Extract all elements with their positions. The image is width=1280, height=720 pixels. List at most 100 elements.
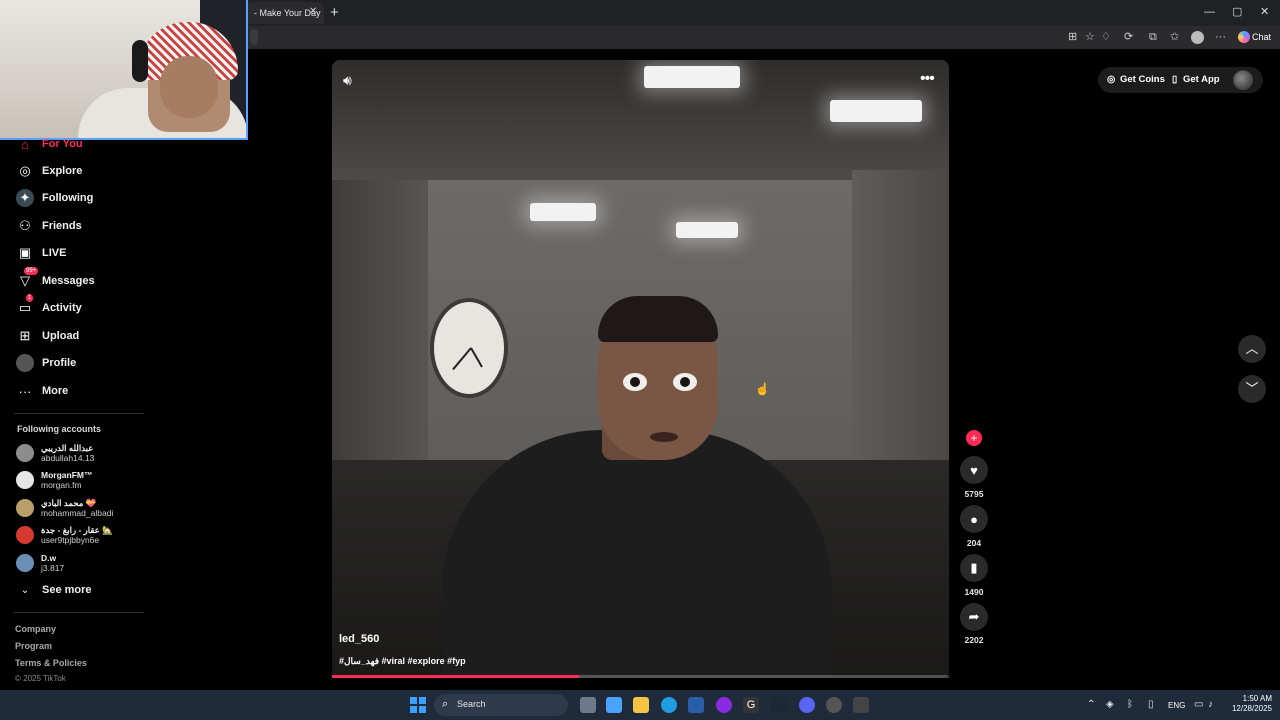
follow-plus-button[interactable]: + <box>966 430 982 446</box>
avatar[interactable] <box>1233 70 1253 90</box>
sidebar-item-live[interactable]: ▣ LIVE <box>16 243 67 263</box>
account-username: j3.817 <box>41 563 65 573</box>
favorites-list-icon[interactable]: ✩ <box>1170 31 1179 43</box>
sidebar-item-messages[interactable]: ▽ 99+ Messages <box>16 267 95 291</box>
sidebar-item-following[interactable]: ✦ Following <box>16 188 93 208</box>
sidebar-item-label: Activity <box>42 302 82 314</box>
tray-app-icon[interactable]: ◈ <box>1106 699 1114 710</box>
store-icon[interactable] <box>688 697 704 713</box>
copyright-text: © 2025 TikTok <box>15 674 66 683</box>
browser-profile-icon[interactable] <box>1191 31 1204 44</box>
ceiling-light <box>530 203 596 221</box>
chat-button[interactable]: Chat <box>1236 29 1276 46</box>
language-indicator[interactable]: ENG <box>1168 701 1185 710</box>
controller-icon[interactable] <box>853 697 869 713</box>
app-icon[interactable] <box>826 697 842 713</box>
footer-link-terms[interactable]: Terms & Policies <box>15 658 87 668</box>
video-person-pupil <box>680 377 690 387</box>
sidebar-item-activity[interactable]: ▭ 1 Activity <box>16 294 82 318</box>
phone-icon: ▯ <box>1172 74 1178 85</box>
next-video-button[interactable]: ﹀ <box>1238 375 1266 403</box>
sidebar-item-profile[interactable]: Profile <box>16 353 76 373</box>
sidebar-item-upload[interactable]: ⊞ Upload <box>16 326 80 346</box>
new-tab-button[interactable]: + <box>330 5 339 20</box>
sidebar-item-label: Following <box>42 192 94 204</box>
like-count: 5795 <box>964 489 984 499</box>
app-g-icon[interactable]: G <box>743 697 759 713</box>
microphone-icon[interactable]: ▯ <box>1148 699 1154 710</box>
network-icon[interactable]: ▭ <box>1194 699 1203 710</box>
volume-tray-icon[interactable]: ♪ <box>1208 699 1213 710</box>
footer-link-company[interactable]: Company <box>15 624 56 634</box>
sidebar-item-friends[interactable]: ⚇ Friends <box>16 216 82 236</box>
window-close-button[interactable]: ✕ <box>1260 5 1269 19</box>
video-author[interactable]: led_560 <box>339 633 379 645</box>
following-account[interactable]: محمد البادي 💝 mohammad_albadi <box>16 495 113 521</box>
avatar <box>16 471 34 489</box>
sidebar-item-more[interactable]: ··· More <box>16 381 69 401</box>
share-icon: ➦ <box>968 609 980 624</box>
discord-icon[interactable] <box>799 697 815 713</box>
chevron-up-icon: ︿ <box>1245 341 1259 356</box>
browser-menu-icon[interactable]: ··· <box>1215 31 1226 43</box>
sidebar-item-explore[interactable]: ◎ Explore <box>16 161 82 181</box>
notification-bell-icon[interactable]: ♢ <box>1101 31 1111 43</box>
volume-icon[interactable]: 🔊︎ <box>343 72 352 89</box>
task-view-icon[interactable] <box>580 697 596 713</box>
address-bar[interactable] <box>250 29 258 45</box>
ceiling-light <box>830 100 922 122</box>
following-accounts-title: Following accounts <box>17 424 102 434</box>
split-screen-icon[interactable]: ⊞ <box>1068 31 1077 43</box>
account-username: user9tpjbbyn6e <box>41 535 100 545</box>
windows-start-icon[interactable] <box>410 697 426 713</box>
minimize-button[interactable]: — <box>1204 5 1215 19</box>
see-more-button[interactable]: ⌄ See more <box>16 580 92 600</box>
edge-browser-icon[interactable] <box>661 697 677 713</box>
compass-icon: ◎ <box>19 163 31 178</box>
copilot-app-icon[interactable] <box>606 697 622 713</box>
bluetooth-icon[interactable]: ᛒ <box>1127 699 1133 710</box>
clock-minute-hand <box>452 347 472 371</box>
opera-icon[interactable] <box>716 697 732 713</box>
video-progress-bar[interactable] <box>332 675 949 678</box>
sidebar-item-for-you[interactable]: ⌂ For You <box>16 134 82 154</box>
account-name: عقار - رابغ - جدة 🏡 <box>41 525 113 535</box>
system-clock[interactable]: 1:50 AM 12/28/2025 <box>1226 694 1272 714</box>
webcam-overlay <box>0 0 248 140</box>
collections-icon[interactable]: ⧉ <box>1149 31 1157 43</box>
sidebar-divider <box>14 413 144 414</box>
tab-close-icon[interactable]: ✕ <box>309 7 317 17</box>
file-explorer-icon[interactable] <box>633 697 649 713</box>
steam-icon[interactable] <box>771 697 787 713</box>
save-button[interactable]: ▮ <box>960 554 988 582</box>
previous-video-button[interactable]: ︿ <box>1238 335 1266 363</box>
messages-icon: ▽ 99+ <box>20 267 39 288</box>
comment-button[interactable]: ● <box>960 505 988 533</box>
avatar <box>16 526 34 544</box>
footer-link-program[interactable]: Program <box>15 641 52 651</box>
share-button[interactable]: ➦ <box>960 603 988 631</box>
tray-overflow-icon[interactable]: ⌃ <box>1087 699 1095 710</box>
account-username: morgan.fm <box>41 480 82 490</box>
account-name: D.w <box>41 553 57 563</box>
maximize-button[interactable]: ▢ <box>1232 5 1242 19</box>
sidebar-divider <box>14 612 144 613</box>
following-account[interactable]: MorganFM™ morgan.fm <box>16 467 92 493</box>
extension-icon[interactable]: ⟳ <box>1124 31 1133 43</box>
like-button[interactable]: ♥ <box>960 456 988 484</box>
favorite-star-icon[interactable]: ☆ <box>1085 31 1095 43</box>
following-account[interactable]: عقار - رابغ - جدة 🏡 user9tpjbbyn6e <box>16 522 113 548</box>
account-name: محمد البادي 💝 <box>41 498 97 508</box>
following-account[interactable]: عبدالله الدريبي abdullah14.13 <box>16 440 94 466</box>
sidebar-item-label: Explore <box>42 165 83 177</box>
taskbar-search-box[interactable] <box>434 694 568 716</box>
video-more-icon[interactable]: ••• <box>920 70 935 88</box>
get-app-button[interactable]: Get App <box>1183 74 1220 85</box>
video-person-hair <box>598 296 718 342</box>
following-account[interactable]: D.w j3.817 <box>16 550 64 576</box>
video-player[interactable] <box>332 60 949 678</box>
get-coins-button[interactable]: Get Coins <box>1120 74 1165 85</box>
search-icon: ⌕ <box>442 698 449 710</box>
bookmark-icon: ▮ <box>970 560 978 575</box>
avatar <box>16 499 34 517</box>
